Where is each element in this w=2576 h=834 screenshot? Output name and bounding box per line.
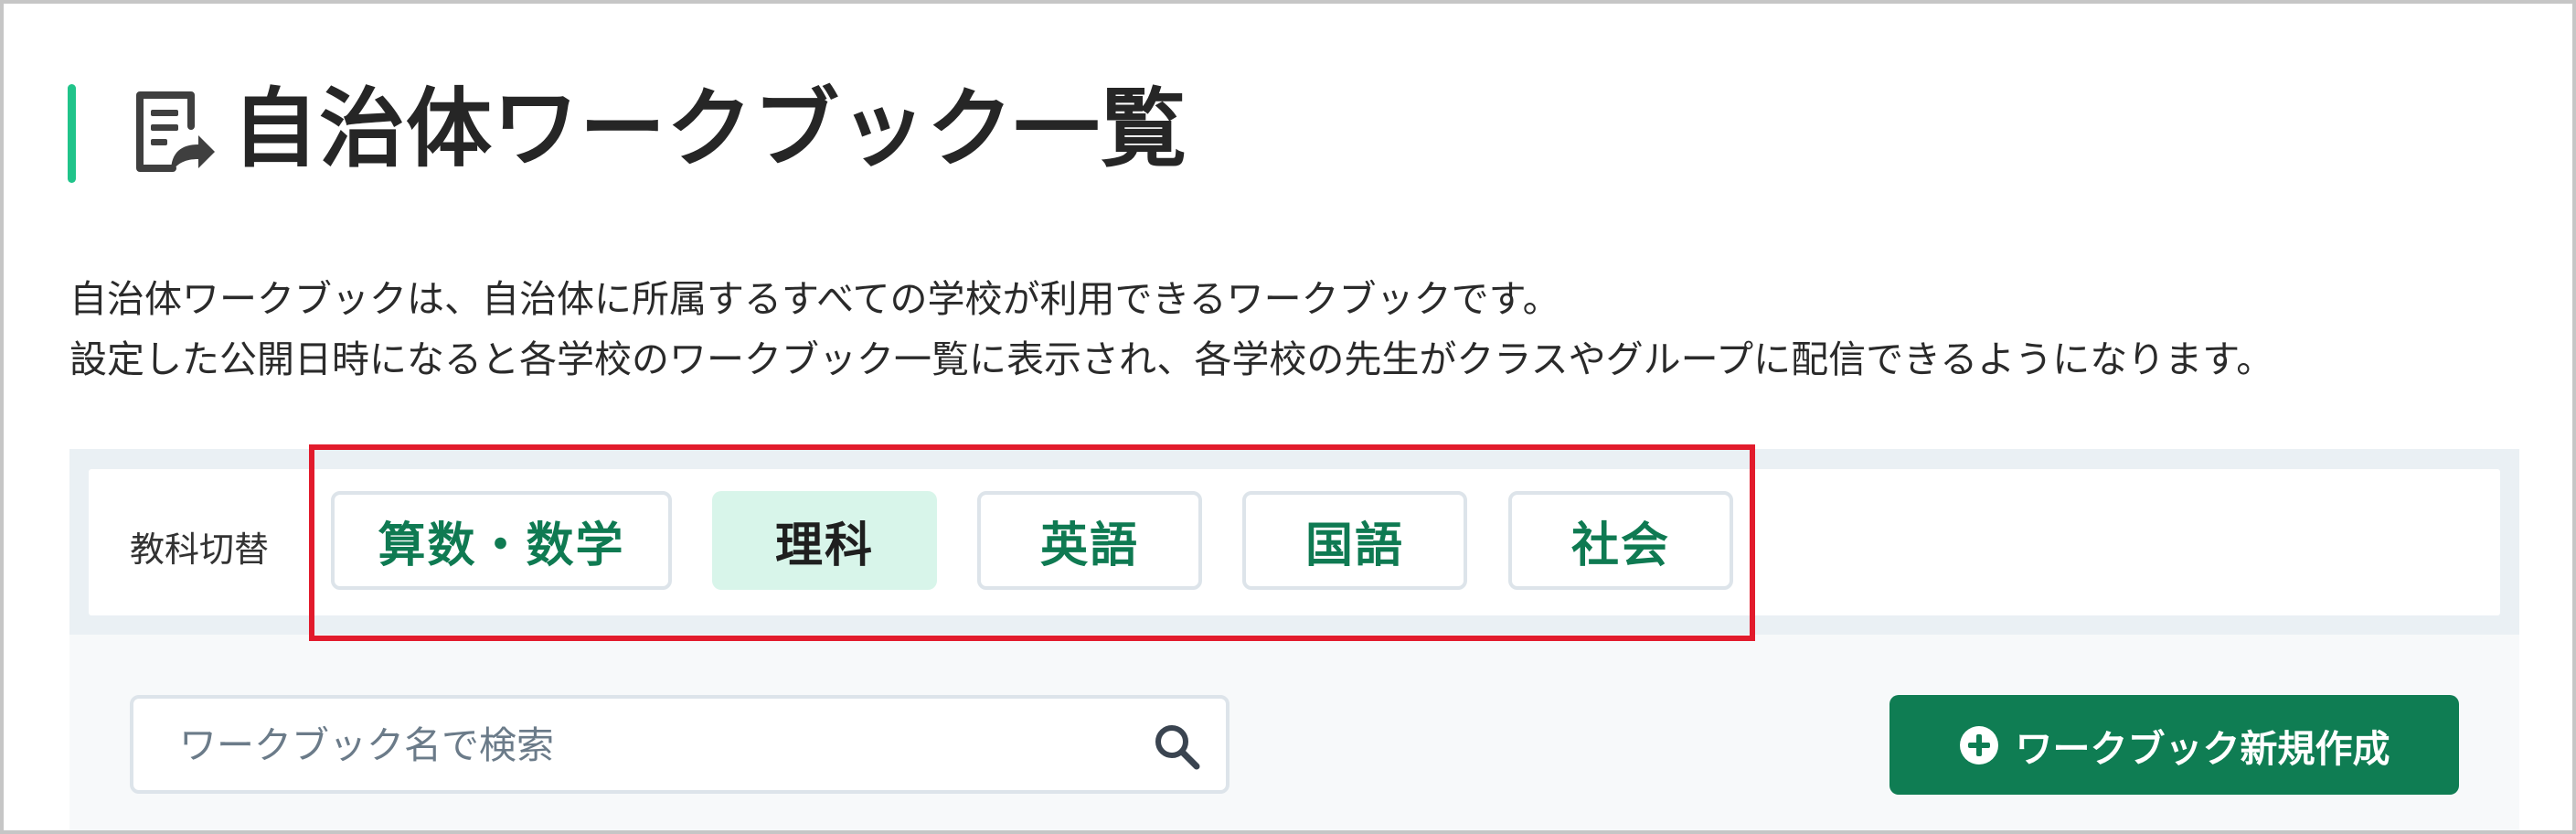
workbook-share-icon: [136, 91, 215, 172]
create-workbook-button[interactable]: ワークブック新規作成: [1889, 695, 2459, 795]
subject-switch-label: 教科切替: [130, 529, 270, 570]
page-description: 自治体ワークブックは、自治体に所属するすべての学校が利用できるワークブックです。…: [69, 269, 2273, 390]
title-accent-bar: [68, 84, 76, 183]
description-line-2: 設定した公開日時になると各学校のワークブック一覧に表示され、各学校の先生がクラス…: [69, 337, 2274, 381]
plus-circle-icon: [1959, 725, 1998, 764]
create-workbook-label: ワークブック新規作成: [2015, 726, 2390, 771]
page-title: 自治体ワークブック一覧: [232, 80, 1188, 179]
subject-switch-highlight: [309, 444, 1755, 641]
search-icon[interactable]: [1151, 721, 1202, 772]
description-line-1: 自治体ワークブックは、自治体に所属するすべての学校が利用できるワークブックです。: [69, 277, 1560, 321]
search-input[interactable]: [177, 699, 1095, 792]
search-field[interactable]: [130, 695, 1229, 794]
page-frame: 自治体ワークブック一覧 自治体ワークブックは、自治体に所属するすべての学校が利用…: [0, 0, 2576, 834]
